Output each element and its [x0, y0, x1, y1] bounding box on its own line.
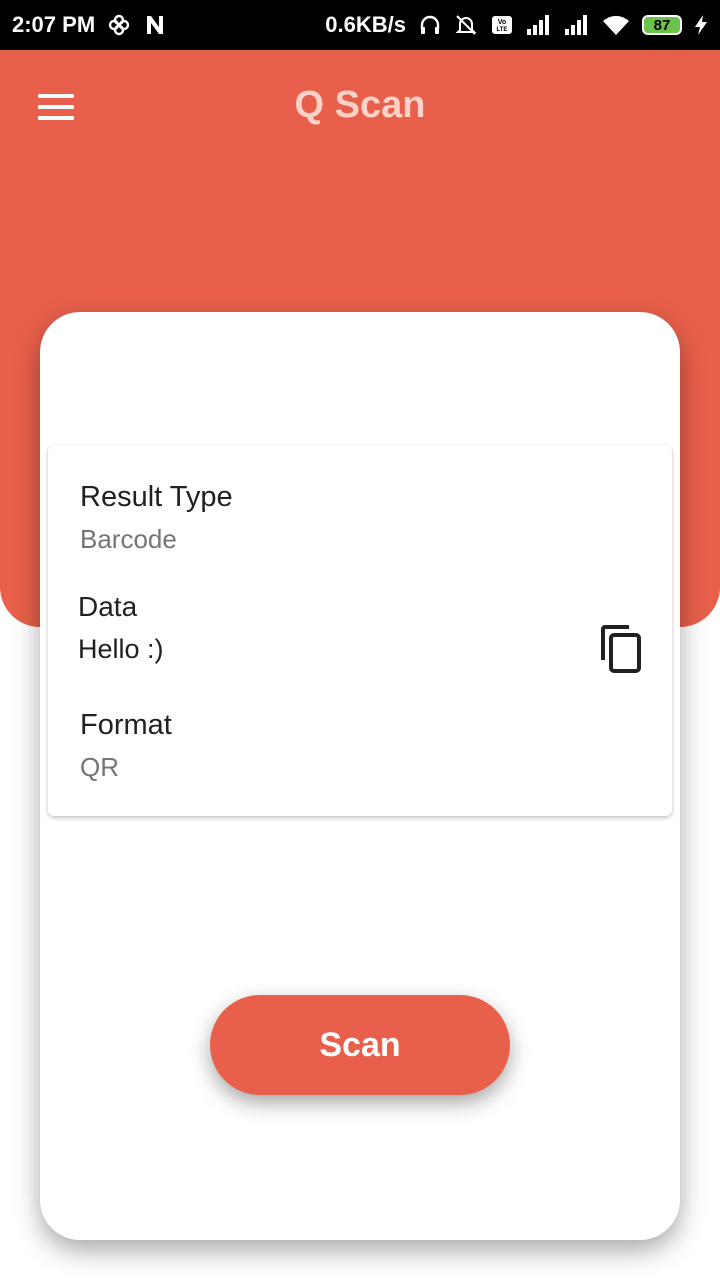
wifi-icon	[602, 14, 630, 36]
status-bar-right: 0.6KB/s Vo LTE 87	[325, 12, 708, 38]
data-label: Data	[78, 591, 138, 622]
scan-button[interactable]: Scan	[210, 995, 510, 1095]
headset-icon	[418, 13, 442, 37]
alarm-off-icon	[454, 13, 478, 37]
signal-icon	[564, 14, 590, 36]
result-type-label: Result Type	[80, 481, 233, 513]
volte-icon: Vo LTE	[490, 13, 514, 37]
svg-text:Vo: Vo	[498, 19, 506, 26]
network-speed: 0.6KB/s	[325, 12, 406, 37]
status-bar: 2:07 PM 0.6KB/s Vo LTE 87	[0, 0, 720, 50]
battery-level: 87	[653, 16, 671, 34]
format-value: QR	[80, 752, 119, 782]
result-type-value: Barcode	[80, 524, 177, 554]
data-value: Hello :)	[78, 634, 164, 664]
battery-icon: 87	[642, 15, 682, 35]
app-title: Q Scan	[294, 84, 426, 126]
status-bar-left: 2:07 PM	[12, 12, 167, 38]
copy-icon[interactable]	[598, 624, 646, 676]
status-time: 2:07 PM	[12, 12, 96, 37]
signal-icon	[526, 14, 552, 36]
pinwheel-icon	[107, 13, 131, 37]
format-label: Format	[80, 709, 172, 741]
n-icon	[143, 13, 167, 37]
svg-text:LTE: LTE	[497, 27, 508, 33]
charging-icon	[694, 14, 708, 36]
